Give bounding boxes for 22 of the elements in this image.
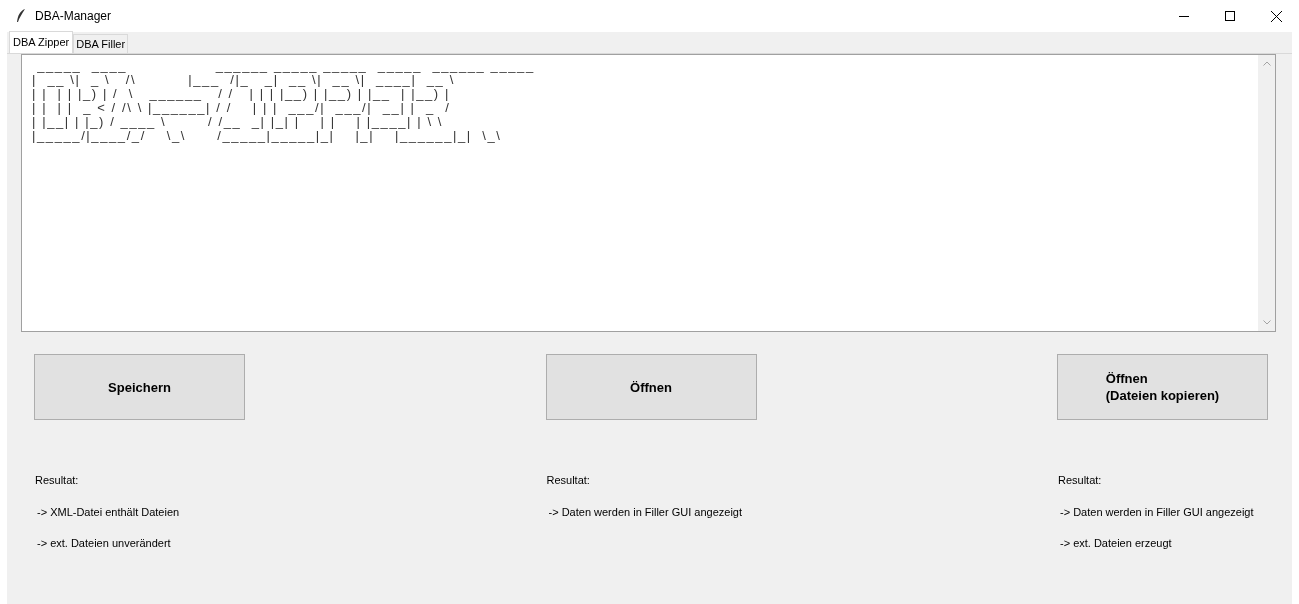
tab[interactable]: DBA Zipper: [9, 31, 74, 53]
close-icon[interactable]: [1270, 10, 1282, 22]
ascii-art-text: _____ ____ ______ _____ _____ _____ ______ _____ | __ \| _ \ /\ |___ /|_ _| __ \| __ \| ____| __ \ | | | | |_) | / \ ______ / / | | | |__) | |__) | |__ | |__) | | | | | _ < / /\ \ |______| / / | | | ___/| ___/| __| | _ / | |__| | |_) / ____ \ / /__ _| |_| | | | | |____| | \ \ |_____/|____/_/ \_\ /_____|_____|_| |_| |______|_| \_\: [31, 57, 536, 143]
text-area[interactable]: [21, 54, 1276, 332]
result-heading: Resultat:: [1058, 473, 1103, 488]
scrollbar[interactable]: [1258, 55, 1275, 331]
result-heading: Resultat:: [546, 473, 591, 488]
maximize-icon[interactable]: [1225, 11, 1235, 21]
result-text: -> XML-Datei enthält Dateien: [37, 504, 181, 520]
feather-icon: [16, 9, 26, 23]
result-text: -> Daten werden in Filler GUI angezeigt: [548, 504, 743, 520]
action-button[interactable]: Speichern: [34, 354, 245, 420]
action-button[interactable]: Öffnen: [545, 354, 757, 420]
result-heading: Resultat:: [35, 473, 80, 488]
tab[interactable]: DBA Filler: [73, 34, 129, 53]
scroll-down-icon[interactable]: [1262, 320, 1271, 325]
result-text: -> ext. Dateien unverändert: [37, 536, 172, 551]
window-title: DBA-Manager: [35, 8, 112, 25]
action-button[interactable]: Öffnen (Dateien kopieren): [1057, 354, 1268, 420]
result-text: -> ext. Dateien erzeugt: [1060, 536, 1173, 551]
result-text: -> Daten werden in Filler GUI angezeigt: [1060, 504, 1255, 520]
scroll-up-icon[interactable]: [1262, 61, 1271, 66]
